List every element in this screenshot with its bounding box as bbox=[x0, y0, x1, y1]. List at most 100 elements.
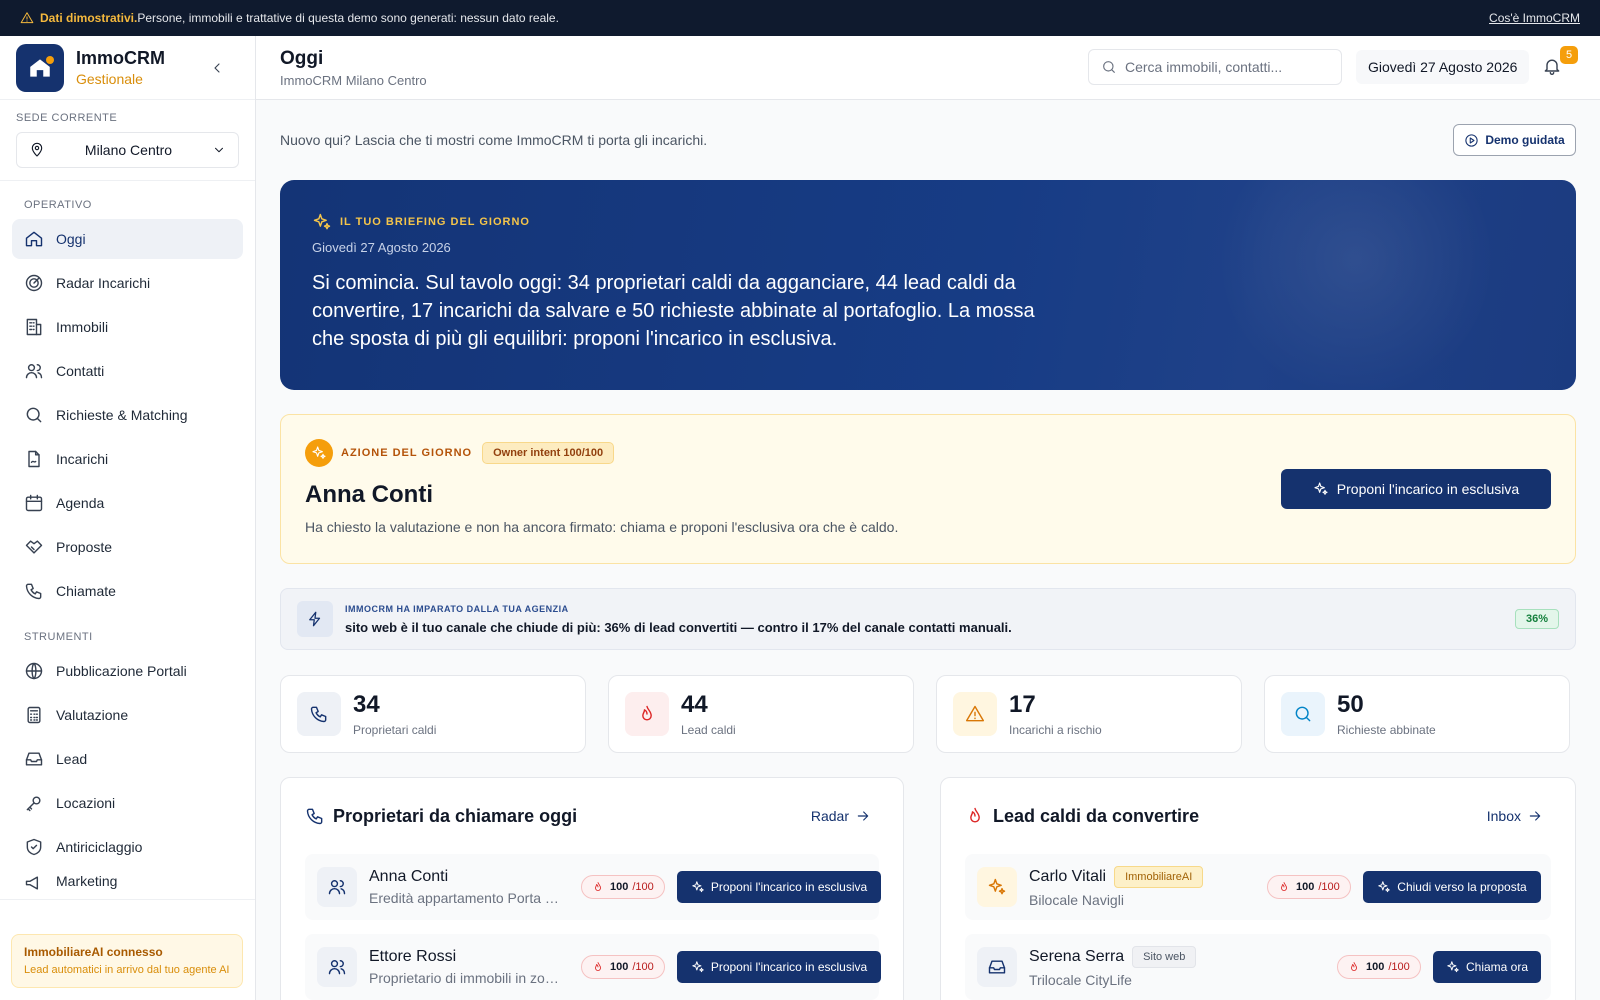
search-icon bbox=[1281, 692, 1325, 736]
banner-link[interactable]: Cos'è ImmoCRM bbox=[1489, 11, 1580, 25]
agency-insight: IMMOCRM HA IMPARATO DALLA TUA AGENZIA si… bbox=[280, 588, 1576, 650]
banner-text: Persone, immobili e trattative di questa… bbox=[137, 11, 559, 25]
globe-icon bbox=[24, 661, 56, 681]
kpi-card-incarichi[interactable]: 17 Incarichi a rischio bbox=[936, 675, 1242, 753]
chevron-down-icon bbox=[212, 143, 226, 157]
sidebar-item-locazioni[interactable]: Locazioni bbox=[12, 783, 243, 823]
sidebar-item-richieste-matching[interactable]: Richieste & Matching bbox=[12, 395, 243, 435]
sidebar-item-label: Locazioni bbox=[56, 795, 116, 811]
sidebar-item-pubblicazione-portali[interactable]: Pubblicazione Portali bbox=[12, 651, 243, 691]
bell-icon[interactable] bbox=[1542, 56, 1562, 76]
button-label: Proponi l'incarico in esclusiva bbox=[710, 960, 868, 974]
search-icon bbox=[24, 405, 56, 425]
radar-link[interactable]: Radar bbox=[811, 808, 879, 824]
action-of-the-day: AZIONE DEL GIORNO Owner intent 100/100 A… bbox=[280, 414, 1576, 564]
users-icon bbox=[24, 361, 56, 381]
score-badge: 100/100 bbox=[581, 955, 665, 979]
sidebar-item-label: Lead bbox=[56, 751, 88, 767]
propose-exclusive-button[interactable]: Proponi l'incarico in esclusiva bbox=[677, 871, 881, 903]
sidebar-item-label: Valutazione bbox=[56, 707, 129, 723]
flame-icon bbox=[592, 881, 610, 893]
sidebar-item-proposte[interactable]: Proposte bbox=[12, 527, 243, 567]
ai-description: Lead automatici in arrivo dal tuo agente… bbox=[24, 964, 230, 976]
panel-owners-to-call: Proprietari da chiamare oggi Radar Anna … bbox=[280, 777, 904, 1000]
flame-icon bbox=[965, 806, 993, 826]
demo-guidata-button[interactable]: Demo guidata bbox=[1453, 124, 1576, 156]
sidebar-item-incarichi[interactable]: Incarichi bbox=[12, 439, 243, 479]
arrow-right-icon bbox=[1521, 808, 1551, 824]
nav-operativo: Oggi Radar Incarichi Immobili Contatti R… bbox=[0, 219, 255, 611]
sidebar-item-label: Immobili bbox=[56, 319, 109, 335]
collapse-sidebar-icon[interactable] bbox=[209, 60, 225, 76]
logo[interactable] bbox=[16, 43, 64, 92]
building-icon bbox=[24, 317, 56, 337]
search-placeholder: Cerca immobili, contatti... bbox=[1125, 59, 1283, 75]
sparkles-icon bbox=[1313, 481, 1337, 497]
row-subtitle: Eredità appartamento Porta Venezia bbox=[369, 890, 559, 906]
kpi-card-proprietari[interactable]: 34 Proprietari caldi bbox=[280, 675, 586, 753]
propose-exclusive-button[interactable]: Proponi l'incarico in esclusiva bbox=[1281, 469, 1551, 509]
sidebar-item-label: Pubblicazione Portali bbox=[56, 663, 187, 679]
list-item[interactable]: Anna Conti Eredità appartamento Porta Ve… bbox=[305, 854, 881, 920]
sede-select[interactable]: Milano Centro bbox=[16, 132, 239, 168]
sidebar-item-agenda[interactable]: Agenda bbox=[12, 483, 243, 523]
file-signature-icon bbox=[24, 449, 56, 469]
panel-hot-leads: Lead caldi da convertire Inbox Carlo Vit… bbox=[940, 777, 1576, 1000]
list-item[interactable]: Ettore Rossi Proprietario di immobili in… bbox=[305, 934, 881, 1000]
sidebar-item-radar-incarichi[interactable]: Radar Incarichi bbox=[12, 263, 243, 303]
search-input[interactable]: Cerca immobili, contatti... bbox=[1088, 49, 1342, 85]
sidebar-item-label: Contatti bbox=[56, 363, 105, 379]
sidebar-item-immobili[interactable]: Immobili bbox=[12, 307, 243, 347]
phone-icon bbox=[305, 806, 333, 826]
score-value: 100 bbox=[1296, 881, 1315, 893]
sparkles-icon bbox=[1446, 960, 1466, 974]
sidebar-item-label: Agenda bbox=[56, 495, 105, 511]
panel-title: Proprietari da chiamare oggi bbox=[333, 805, 578, 826]
inbox-icon bbox=[24, 749, 56, 769]
kpi-value: 34 bbox=[353, 691, 380, 718]
list-item[interactable]: Serena Serra Sito web Trilocale CityLife … bbox=[965, 934, 1551, 1000]
button-label: Chiudi verso la proposta bbox=[1397, 880, 1527, 894]
score-badge: 100/100 bbox=[1337, 955, 1421, 979]
nav-strumenti: Pubblicazione Portali Valutazione Lead L… bbox=[0, 651, 255, 891]
score-badge: 100/100 bbox=[1267, 875, 1351, 899]
ai-connected-box[interactable]: ImmobiliareAI connesso Lead automatici i… bbox=[11, 934, 243, 988]
source-tag: Sito web bbox=[1132, 946, 1197, 968]
sidebar-item-contatti[interactable]: Contatti bbox=[12, 351, 243, 391]
link-label: Radar bbox=[810, 808, 849, 824]
propose-exclusive-button[interactable]: Proponi l'incarico in esclusiva bbox=[677, 951, 881, 983]
sidebar-item-label: Chiamate bbox=[56, 583, 116, 599]
inbox-link[interactable]: Inbox bbox=[1487, 808, 1551, 824]
key-icon bbox=[24, 793, 56, 813]
page-title: Oggi bbox=[280, 47, 324, 69]
sidebar-item-valutazione[interactable]: Valutazione bbox=[12, 695, 243, 735]
section-label-operativo: OPERATIVO bbox=[24, 199, 92, 211]
kpi-card-lead[interactable]: 44 Lead caldi bbox=[608, 675, 914, 753]
list-item[interactable]: Carlo Vitali ImmobiliareAI Bilocale Navig… bbox=[965, 854, 1551, 920]
link-label: Inbox bbox=[1486, 808, 1521, 824]
phone-icon bbox=[24, 581, 56, 601]
page-subtitle: ImmoCRM Milano Centro bbox=[280, 72, 427, 88]
call-now-button[interactable]: Chiama ora bbox=[1433, 951, 1541, 983]
close-to-proposal-button[interactable]: Chiudi verso la proposta bbox=[1363, 871, 1541, 903]
flame-icon bbox=[625, 692, 669, 736]
sidebar-item-chiamate[interactable]: Chiamate bbox=[12, 571, 243, 611]
sidebar-item-lead[interactable]: Lead bbox=[12, 739, 243, 779]
kpi-card-richieste[interactable]: 50 Richieste abbinate bbox=[1264, 675, 1570, 753]
action-label: AZIONE DEL GIORNO bbox=[341, 447, 473, 459]
sidebar-item-oggi[interactable]: Oggi bbox=[12, 219, 243, 259]
sidebar: ImmoCRM Gestionale SEDE CORRENTE Milano … bbox=[0, 36, 256, 1000]
brand-name: ImmoCRM bbox=[76, 48, 165, 68]
handshake-icon bbox=[24, 537, 56, 557]
phone-icon bbox=[297, 692, 341, 736]
alert-triangle-icon bbox=[953, 692, 997, 736]
briefing-label: IL TUO BRIEFING DEL GIORNO bbox=[340, 216, 530, 228]
sede-section: SEDE CORRENTE Milano Centro bbox=[0, 100, 255, 181]
users-icon bbox=[317, 947, 357, 987]
sparkles-icon bbox=[1377, 880, 1397, 894]
current-date: Giovedì 27 Agosto 2026 bbox=[1356, 50, 1530, 84]
sidebar-item-label: Marketing bbox=[56, 873, 118, 889]
action-description: Ha chiesto la valutazione e non ha ancor… bbox=[305, 519, 899, 535]
sidebar-item-marketing[interactable]: Marketing bbox=[12, 871, 243, 891]
sidebar-item-antiriciclaggio[interactable]: Antiriciclaggio bbox=[12, 827, 243, 867]
